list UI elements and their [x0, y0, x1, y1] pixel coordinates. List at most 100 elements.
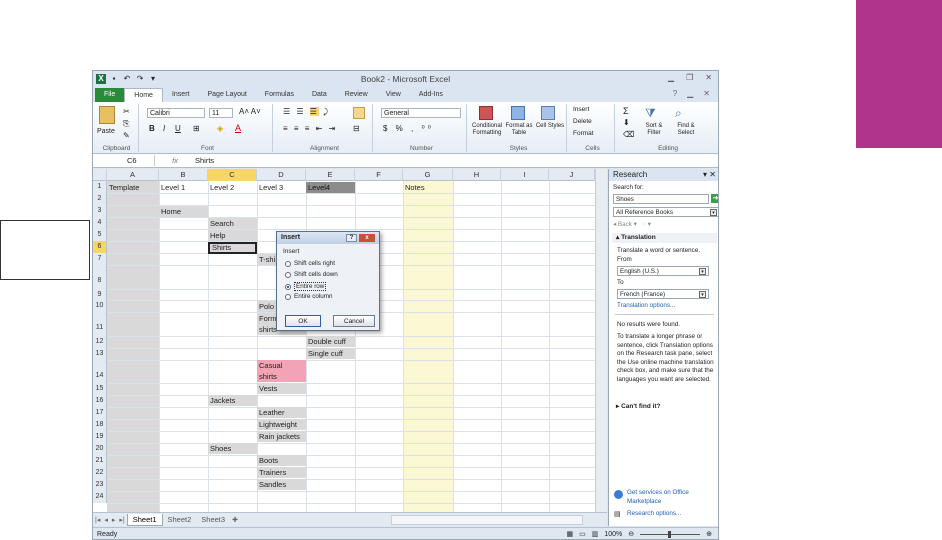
conditional-formatting-button[interactable]: Conditional Formatting [471, 123, 503, 137]
first-sheet-icon[interactable]: |◂ [95, 516, 100, 524]
row-header[interactable]: 17 [93, 407, 107, 419]
next-sheet-icon[interactable]: ▸ [112, 516, 116, 524]
number-format-icons[interactable]: $ % , ⁰⁰ [383, 124, 434, 133]
formula-input[interactable]: Shirts [195, 156, 214, 165]
tab-home[interactable]: Home [124, 88, 163, 102]
row-header[interactable]: 2 [93, 193, 107, 205]
wrap-text-icon[interactable] [353, 107, 365, 119]
cell-styles-button[interactable]: Cell Styles [535, 123, 565, 130]
grow-font-icon[interactable]: A˄ A˅ [239, 107, 261, 116]
row-header[interactable]: 11 [93, 312, 107, 336]
column-header-e[interactable]: E [306, 169, 355, 181]
to-language-select[interactable]: French (France) ▾ [617, 289, 709, 299]
vertical-scrollbar[interactable] [595, 169, 607, 512]
paste-button[interactable]: Paste [97, 128, 115, 135]
zoom-level[interactable]: 100% [604, 528, 622, 539]
dialog-close-button[interactable]: x [359, 234, 375, 242]
column-header-f[interactable]: F [355, 169, 403, 181]
restore-icon[interactable]: ❐ [686, 73, 693, 82]
translation-section[interactable]: ▴ Translation [612, 233, 717, 243]
office-marketplace-link[interactable]: Get services on Office Marketplace [627, 489, 716, 506]
normal-view-icon[interactable]: ▦ [566, 528, 573, 539]
row-header[interactable]: 13 [93, 348, 107, 360]
fill-color-icon[interactable]: ◈ [217, 124, 223, 133]
translation-options-link[interactable]: Translation options... [617, 302, 716, 311]
close-icon[interactable]: ✕ [705, 73, 712, 82]
row-header[interactable]: 6 [93, 241, 107, 253]
borders-icon[interactable]: ⊞ [193, 124, 200, 133]
research-options-link[interactable]: Research options... [627, 510, 716, 519]
row-header[interactable]: 16 [93, 395, 107, 407]
fill-icon[interactable]: ⬇ [623, 118, 630, 127]
worksheet-grid[interactable]: A B C D E F G H I J 1 2 3 4 5 6 7 8 9 10 11 12 13 14 1… [93, 169, 595, 512]
from-language-select[interactable]: English (U.S.) ▾ [617, 266, 709, 276]
cell-d21[interactable]: Boots [257, 455, 306, 466]
row-header[interactable]: 18 [93, 419, 107, 431]
cell-d18[interactable]: Lightweight [257, 419, 306, 430]
radio-icon[interactable] [285, 293, 291, 300]
clear-icon[interactable]: ⌫ [623, 130, 634, 139]
tab-file[interactable]: File [95, 88, 125, 102]
cell-b1[interactable]: Level 1 [159, 182, 185, 193]
row-header[interactable]: 23 [93, 479, 107, 491]
row-header[interactable]: 1 [93, 181, 107, 193]
row-header[interactable]: 21 [93, 455, 107, 467]
delete-cells-button[interactable]: Delete [573, 118, 592, 125]
insert-sheet-icon[interactable]: ✚ [232, 516, 238, 524]
cell-d14-line2[interactable]: shirts [257, 371, 306, 382]
cell-c5[interactable]: Help [208, 230, 257, 241]
format-painter-icon[interactable]: ✎ [123, 131, 130, 140]
select-all-corner[interactable] [93, 169, 107, 181]
horizontal-align-icons[interactable]: ≡ ≡ ≡ ⇤ ⇥ [283, 124, 337, 133]
cell-d1[interactable]: Level 3 [257, 182, 283, 193]
dropdown-arrow-icon[interactable]: ▾ [699, 291, 706, 298]
sheet-tab-1[interactable]: Sheet1 [126, 513, 163, 526]
format-as-table-icon[interactable] [511, 106, 525, 120]
cell-d19[interactable]: Rain jackets [257, 431, 306, 442]
cell-g1[interactable]: Notes [403, 182, 425, 193]
insert-cells-button[interactable]: Insert [573, 106, 589, 113]
column-header-d[interactable]: D [257, 169, 306, 181]
option-shift-cells-right[interactable]: Shift cells right [285, 260, 335, 267]
horizontal-scrollbar[interactable] [391, 515, 583, 525]
row-header[interactable]: 22 [93, 467, 107, 479]
cell-e1[interactable]: Level4 [306, 182, 355, 193]
row-header[interactable]: 14 [93, 360, 107, 383]
row-header[interactable]: 10 [93, 300, 107, 312]
font-color-icon[interactable]: A [235, 123, 241, 133]
cell-c6[interactable]: Shirts [208, 242, 257, 254]
tab-view[interactable]: View [377, 88, 410, 102]
option-entire-column[interactable]: Entire column [285, 293, 333, 300]
font-name-select[interactable]: Calibri [147, 108, 205, 118]
cell-d14-line1[interactable]: Casual [257, 360, 306, 371]
font-size-select[interactable]: 11 [209, 108, 233, 118]
cell-d15[interactable]: Vests [257, 383, 306, 394]
row-header[interactable]: 3 [93, 205, 107, 217]
cell-c20[interactable]: Shoes [208, 443, 257, 454]
column-header-h[interactable]: H [453, 169, 501, 181]
tab-formulas[interactable]: Formulas [256, 88, 303, 102]
sheet-tab-2[interactable]: Sheet2 [163, 514, 197, 526]
minimize-icon[interactable]: ▁ [668, 73, 674, 82]
format-cells-button[interactable]: Format [573, 130, 594, 137]
paste-icon[interactable] [99, 106, 115, 124]
row-header[interactable]: 19 [93, 431, 107, 443]
column-header-g[interactable]: G [403, 169, 453, 181]
cell-styles-icon[interactable] [541, 106, 555, 120]
name-box[interactable]: C6 [93, 155, 155, 166]
cell-c1[interactable]: Level 2 [208, 182, 234, 193]
row-header[interactable]: 20 [93, 443, 107, 455]
bold-button[interactable]: B [149, 124, 155, 133]
tab-data[interactable]: Data [303, 88, 336, 102]
dialog-help-button[interactable]: ? [346, 234, 357, 242]
fx-icon[interactable]: fx [155, 156, 195, 165]
dropdown-arrow-icon[interactable]: ▾ [699, 268, 706, 275]
page-break-view-icon[interactable]: ▥ [592, 528, 599, 539]
row-header[interactable]: 5 [93, 229, 107, 241]
conditional-formatting-icon[interactable] [479, 106, 493, 120]
italic-button[interactable]: I [163, 124, 165, 133]
autosum-icon[interactable]: Σ [623, 106, 629, 116]
cell-c4[interactable]: Search [208, 218, 257, 229]
cell-e12[interactable]: Double cuff [306, 336, 355, 347]
cut-icon[interactable]: ✂ [123, 107, 130, 116]
